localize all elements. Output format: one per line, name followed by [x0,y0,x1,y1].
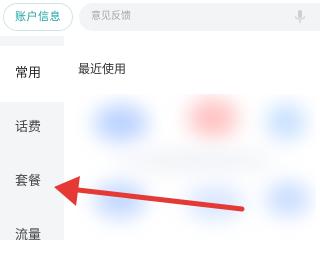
red-arrow-pointer [54,176,245,212]
